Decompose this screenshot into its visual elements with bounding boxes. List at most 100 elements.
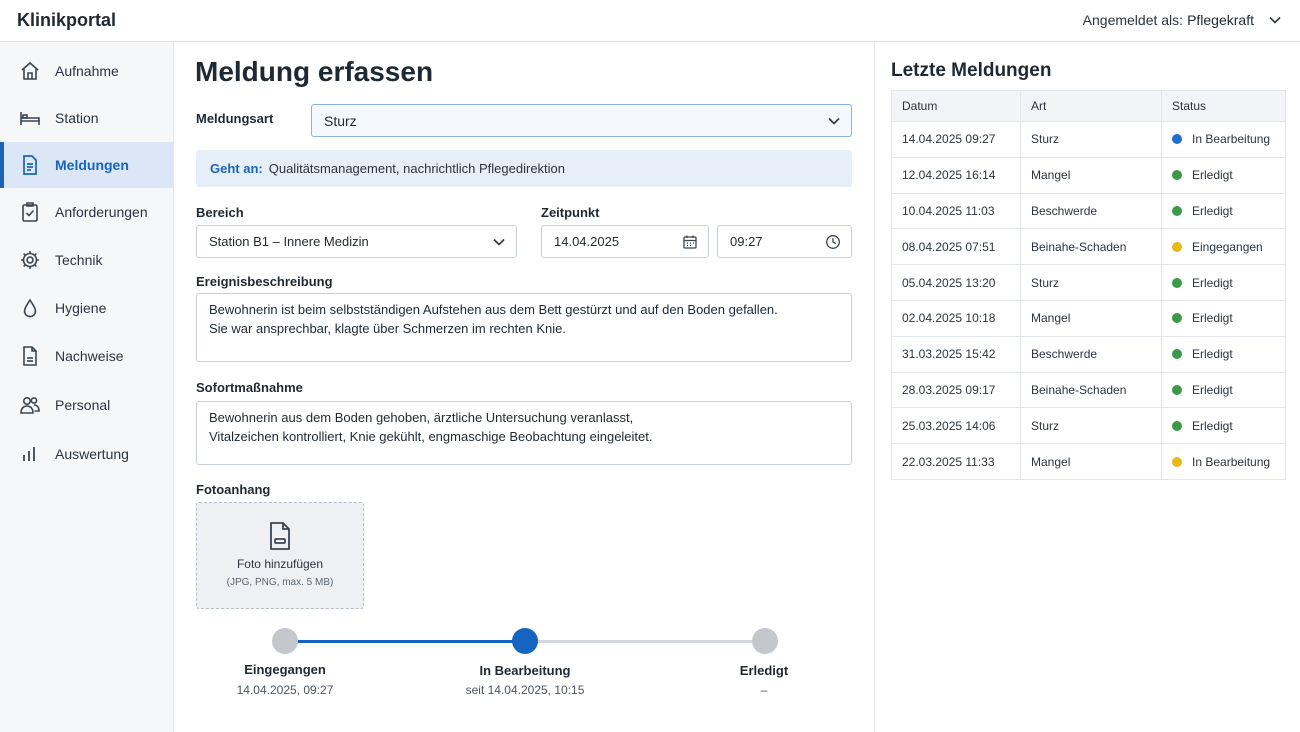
time-input[interactable]: 09:27 [717, 225, 852, 258]
bereich-label: Bereich [196, 205, 244, 220]
user-role: Pflegekraft [1187, 12, 1254, 28]
clock-icon[interactable] [825, 234, 841, 250]
meldungsart-value: Sturz [324, 112, 357, 129]
timeline-step-1-dot [272, 628, 298, 654]
table-row[interactable]: 12.04.2025 16:14 Mangel Erledigt [891, 156, 1286, 194]
sidebar-item-auswertung[interactable]: Auswertung [0, 431, 173, 477]
chevron-down-icon [827, 114, 841, 128]
sidebar-item-label: Technik [55, 252, 103, 268]
recent-reports-panel: Letzte Meldungen Datum Art Status 14.04.… [874, 42, 1300, 732]
report-type: Sturz [1020, 407, 1162, 445]
file-icon [266, 521, 294, 551]
timeline-step-label: Eingegangen [244, 662, 326, 677]
chevron-down-icon [492, 235, 506, 249]
table-row[interactable]: 22.03.2025 11:33 Mangel In Bearbeitung [891, 443, 1286, 480]
user-prefix: Angemeldet als: [1082, 12, 1184, 28]
fotoanhang-label: Fotoanhang [196, 482, 271, 497]
report-status: Erledigt [1161, 264, 1286, 301]
status-dot-icon [1172, 277, 1182, 288]
bed-icon [19, 107, 41, 129]
timeline-progress-line [285, 640, 525, 643]
sofortmassnahme-label: Sofortmaßnahme [196, 380, 303, 395]
timeline-step-2-dot [512, 628, 538, 654]
report-status: Erledigt [1161, 371, 1286, 409]
sidebar: Aufnahme Station Meldungen Anforderungen… [0, 42, 174, 732]
status-dot-icon [1172, 205, 1182, 216]
zeitpunkt-label: Zeitpunkt [541, 205, 600, 220]
report-type: Mangel [1020, 443, 1162, 480]
column-header-art[interactable]: Art [1020, 90, 1162, 122]
report-date: 25.03.2025 14:06 [891, 407, 1021, 445]
table-row[interactable]: 28.03.2025 09:17 Beinahe-Schaden Erledigt [891, 371, 1286, 409]
people-icon [19, 394, 41, 416]
timeline-remaining-line [525, 640, 765, 643]
home-icon [19, 60, 41, 82]
status-label: Erledigt [1192, 203, 1233, 218]
chevron-down-icon[interactable] [1268, 13, 1282, 27]
sidebar-item-personal[interactable]: Personal [0, 382, 173, 428]
droplet-icon [19, 297, 41, 319]
sidebar-item-nachweise[interactable]: Nachweise [0, 333, 173, 379]
status-dot-icon [1172, 313, 1182, 324]
bereich-value: Station B1 – Innere Medizin [209, 234, 369, 249]
sofortmassnahme-textarea[interactable]: Bewohnerin aus dem Boden gehoben, ärztli… [196, 401, 852, 465]
timeline-step-label: Erledigt [739, 663, 789, 678]
table-row[interactable]: 14.04.2025 09:27 Sturz In Bearbeitung [891, 121, 1286, 158]
beschreibung-label: Ereignisbeschreibung [196, 274, 333, 289]
table-row[interactable]: 25.03.2025 14:06 Sturz Erledigt [891, 407, 1286, 445]
timeline-step-3-dot [752, 628, 778, 654]
table-row[interactable]: 08.04.2025 07:51 Beinahe-Schaden Eingegang… [891, 228, 1286, 266]
sidebar-item-hygiene[interactable]: Hygiene [0, 285, 173, 331]
sidebar-item-station[interactable]: Station [0, 95, 173, 141]
date-input[interactable]: 14.04.2025 [541, 225, 709, 258]
column-header-status[interactable]: Status [1161, 90, 1286, 122]
sidebar-item-label: Personal [55, 397, 111, 413]
bereich-select[interactable]: Station B1 – Innere Medizin [196, 225, 517, 258]
top-bar: Klinikportal Angemeldet als: Pflegekraft [0, 0, 1300, 42]
status-dot-icon [1172, 420, 1182, 431]
meldungsart-select[interactable]: Sturz [311, 104, 852, 137]
table-row[interactable]: 31.03.2025 15:42 Beschwerde Erledigt [891, 335, 1286, 373]
gear-icon [19, 249, 41, 271]
calendar-icon[interactable] [682, 234, 698, 250]
sidebar-item-aufnahme[interactable]: Aufnahme [0, 48, 173, 94]
report-status: Erledigt [1161, 335, 1286, 373]
sidebar-item-label: Aufnahme [55, 63, 119, 79]
report-date: 31.03.2025 15:42 [891, 335, 1021, 373]
sidebar-item-label: Nachweise [55, 348, 124, 364]
upload-label: Foto hinzufügen [236, 557, 324, 571]
report-status: Erledigt [1161, 156, 1286, 194]
report-date: 02.04.2025 10:18 [891, 299, 1021, 337]
timeline-step-label: In Bearbeitung [479, 663, 571, 678]
report-date: 10.04.2025 11:03 [891, 192, 1021, 230]
page-title: Meldung erfassen [195, 56, 434, 87]
sidebar-item-meldungen[interactable]: Meldungen [0, 142, 173, 188]
report-status: In Bearbeitung [1161, 443, 1286, 480]
report-date: 08.04.2025 07:51 [891, 228, 1021, 266]
sidebar-item-label: Hygiene [55, 300, 107, 316]
status-label: Erledigt [1192, 382, 1233, 397]
table-row[interactable]: 05.04.2025 13:20 Sturz Erledigt [891, 264, 1286, 301]
report-date: 05.04.2025 13:20 [891, 264, 1021, 301]
status-dot-icon [1172, 349, 1182, 360]
photo-upload-dropzone[interactable]: Foto hinzufügen (JPG, PNG, max. 5 MB) [196, 502, 364, 609]
status-label: Eingegangen [1192, 239, 1263, 254]
user-menu[interactable]: Angemeldet als: Pflegekraft [1083, 12, 1282, 28]
table-header-row: Datum Art Status [891, 90, 1286, 122]
clipboard-check-icon [19, 201, 41, 223]
report-status: Eingegangen [1161, 228, 1286, 266]
status-label: Erledigt [1192, 168, 1233, 183]
column-header-datum[interactable]: Datum [891, 90, 1021, 122]
report-date: 12.04.2025 16:14 [891, 156, 1021, 194]
sidebar-item-anforderungen[interactable]: Anforderungen [0, 189, 173, 235]
app-title: Klinikportal [17, 10, 117, 30]
status-label: Erledigt [1192, 275, 1233, 290]
report-status: Erledigt [1161, 407, 1286, 445]
report-type: Beinahe-Schaden [1020, 371, 1162, 409]
table-row[interactable]: 10.04.2025 11:03 Beschwerde Erledigt [891, 192, 1286, 230]
sidebar-item-technik[interactable]: Technik [0, 237, 173, 283]
table-row[interactable]: 02.04.2025 10:18 Mangel Erledigt [891, 299, 1286, 337]
date-value: 14.04.2025 [554, 234, 620, 249]
bar-chart-icon [19, 443, 41, 465]
beschreibung-textarea[interactable]: Bewohnerin ist beim selbstständigen Aufs… [196, 293, 852, 362]
